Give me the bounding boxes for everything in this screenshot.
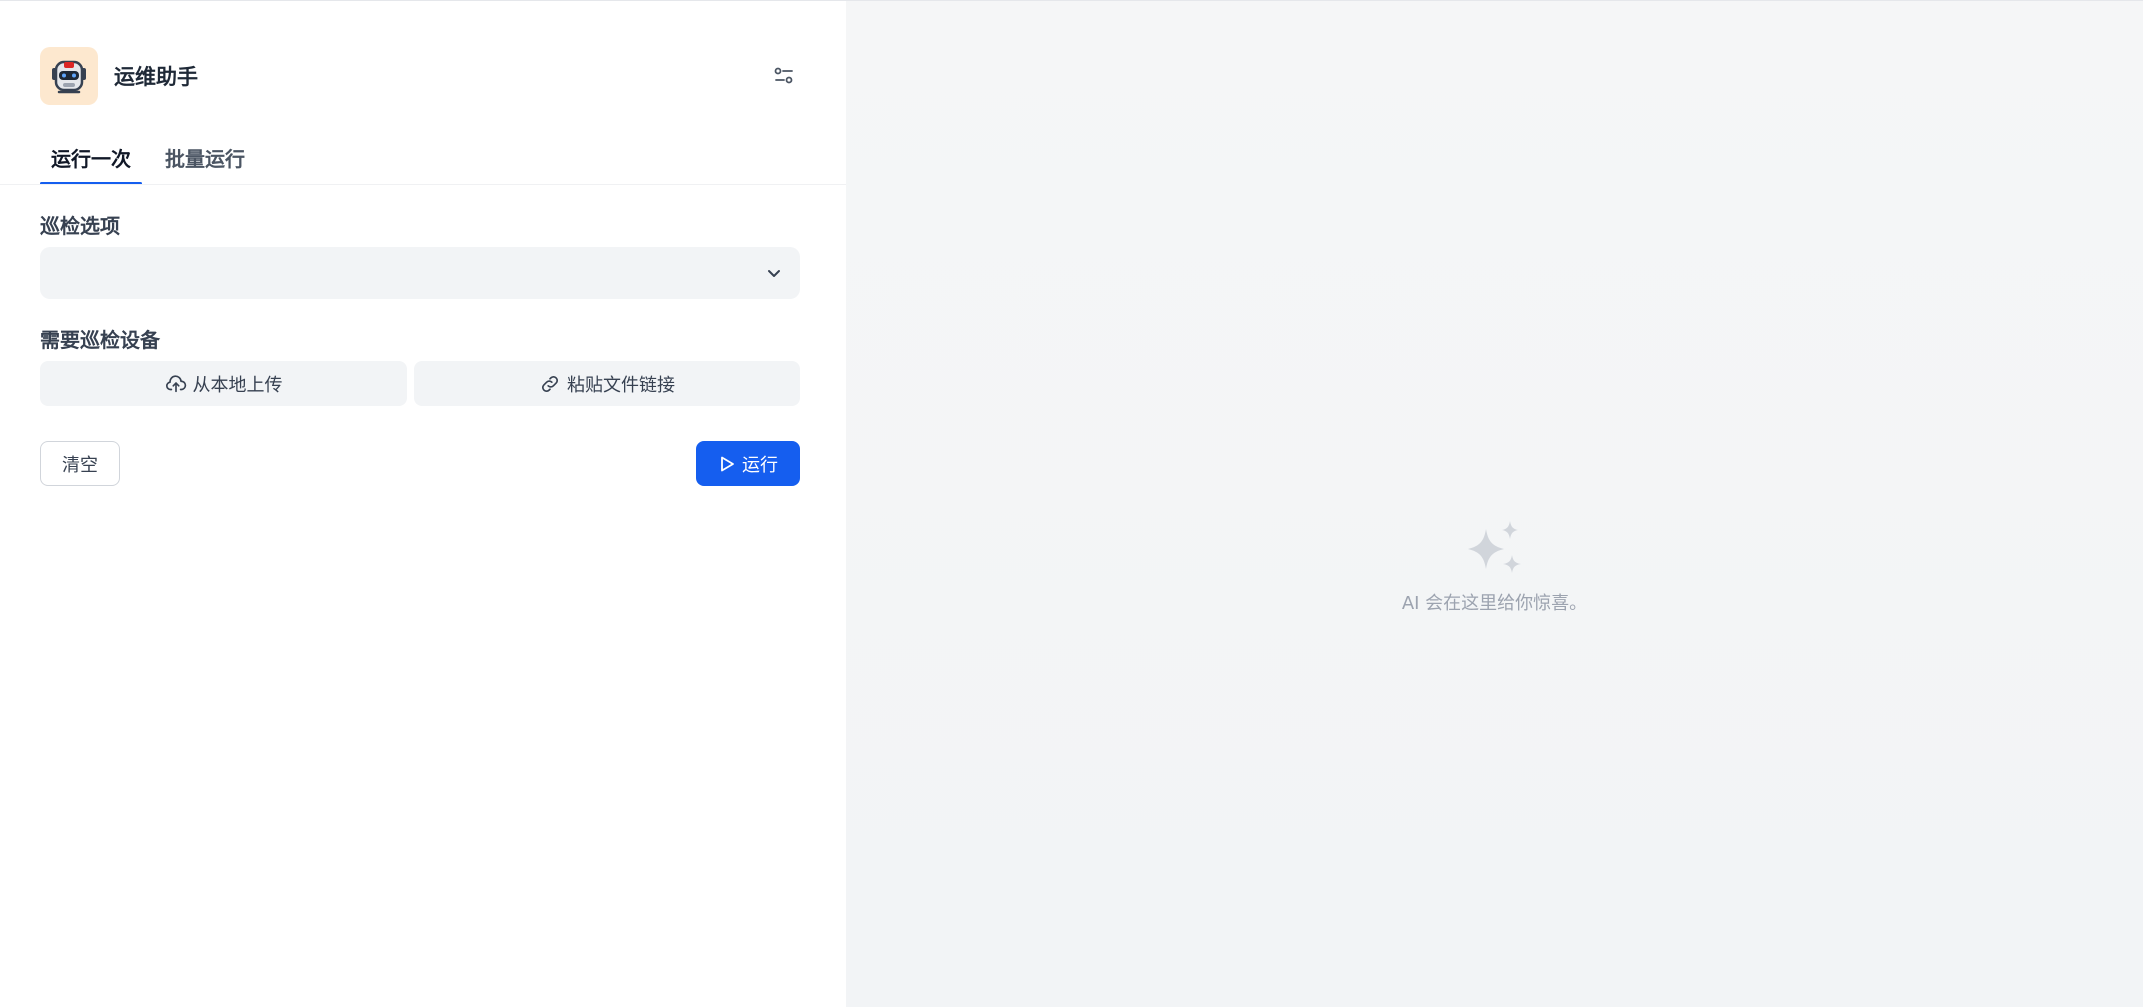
clear-button[interactable]: 清空 (40, 441, 120, 486)
paste-link-label: 粘贴文件链接 (567, 374, 675, 396)
robot-icon (40, 47, 98, 105)
tab-run-once[interactable]: 运行一次 (40, 135, 142, 185)
inspection-options-label: 巡检选项 (40, 214, 120, 238)
run-label: 运行 (742, 454, 778, 476)
sparkles-icon (1467, 521, 1521, 573)
paste-link-button[interactable]: 粘贴文件链接 (414, 361, 800, 406)
app-header: 运维助手 (40, 47, 800, 105)
chevron-down-icon (768, 270, 780, 277)
run-button[interactable]: 运行 (696, 441, 800, 486)
upload-local-button[interactable]: 从本地上传 (40, 361, 407, 406)
devices-label: 需要巡检设备 (40, 328, 160, 352)
cloud-upload-icon (165, 374, 186, 392)
tab-bar: 运行一次 批量运行 (40, 135, 268, 185)
run-panel: 运维助手 运行一次 批量运行 巡检选项 需要巡检设备 从本地上传 粘贴文件链接 … (0, 1, 846, 1007)
tab-divider (0, 184, 846, 185)
link-icon (542, 375, 558, 392)
empty-state-text: AI 会在这里给你惊喜。 (1401, 593, 1588, 614)
upload-options: 从本地上传 粘贴文件链接 (40, 361, 800, 406)
sliders-icon (774, 67, 793, 84)
app-title: 运维助手 (114, 65, 198, 89)
tab-batch-run[interactable]: 批量运行 (154, 135, 256, 185)
play-icon (721, 456, 734, 471)
empty-state: AI 会在这里给你惊喜。 (846, 519, 2143, 615)
settings-button[interactable] (768, 60, 800, 92)
output-panel: AI 会在这里给你惊喜。 (846, 1, 2143, 1007)
upload-local-label: 从本地上传 (192, 374, 283, 396)
inspection-options-select[interactable] (40, 247, 800, 299)
